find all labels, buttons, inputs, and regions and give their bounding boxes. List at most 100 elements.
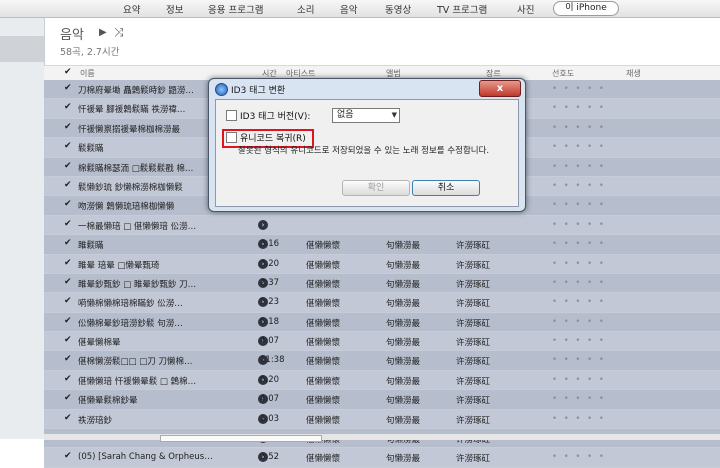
song-time: 2:37 bbox=[260, 277, 280, 288]
tab-apps[interactable]: 응용 프로그램 bbox=[208, 2, 263, 16]
song-genre: 许澇琢矼 bbox=[456, 318, 491, 329]
song-row[interactable]: ✔ 偡晕懒棉晕 › 4:07 偡懒懒懷 句懒澇最 许澇琢矼 • • • • • bbox=[44, 332, 720, 352]
rating-dots[interactable]: • • • • • bbox=[552, 452, 606, 462]
shuffle-icon[interactable]: ⤨ bbox=[114, 25, 124, 40]
select-all-checkbox[interactable]: ✔ bbox=[64, 67, 72, 77]
song-row[interactable]: ✔ 雎鬏瞞 › 3:16 偡懒懒懷 句懒澇最 许澇琢矼 • • • • • bbox=[44, 235, 720, 255]
song-checkbox[interactable]: ✔ bbox=[64, 122, 72, 132]
song-checkbox[interactable]: ✔ bbox=[64, 238, 72, 248]
rating-dots[interactable]: • • • • • bbox=[552, 103, 606, 113]
song-row[interactable]: ✔ 雎晕 琣晕 □懒晕甄琦 › 3:20 偡懒懒懷 句懒澇最 许澇琢矼 • • • • • bbox=[44, 254, 720, 274]
song-time: 4:07 bbox=[260, 394, 280, 405]
song-name: 偡懒晕鬏棉鈔晕 bbox=[78, 396, 138, 407]
tab-info[interactable]: 정보 bbox=[166, 2, 183, 16]
device-button[interactable]: 이 iPhone bbox=[553, 1, 619, 16]
song-checkbox[interactable]: ✔ bbox=[64, 83, 72, 93]
song-checkbox[interactable]: ✔ bbox=[64, 180, 72, 190]
rating-dots[interactable]: • • • • • bbox=[552, 394, 606, 404]
tab-movies[interactable]: 동영상 bbox=[385, 2, 411, 16]
ok-button[interactable]: 확인 bbox=[342, 180, 410, 196]
rating-dots[interactable]: • • • • • bbox=[552, 278, 606, 288]
column-name[interactable]: 이름 bbox=[80, 68, 95, 79]
song-genre: 许澇琢矼 bbox=[456, 376, 491, 387]
id3-version-select[interactable]: 없음 ▼ bbox=[332, 108, 400, 123]
song-row[interactable]: ✔ 祑澇琣鈔 › 1:03 偡懒懒懷 句懒澇最 许澇琢矼 • • • • • bbox=[44, 409, 720, 430]
rating-dots[interactable]: • • • • • bbox=[552, 181, 606, 191]
song-checkbox[interactable]: ✔ bbox=[64, 354, 72, 364]
tab-ringtones[interactable]: 소리 bbox=[297, 2, 314, 16]
tab-summary[interactable]: 요약 bbox=[123, 2, 140, 16]
song-checkbox[interactable]: ✔ bbox=[64, 374, 72, 384]
page-title: 음악 bbox=[60, 28, 84, 43]
sidebar-selected-item[interactable] bbox=[0, 36, 44, 62]
song-genre: 许澇琢矼 bbox=[456, 279, 491, 290]
close-button[interactable]: x bbox=[479, 80, 521, 97]
song-row[interactable]: ✔ 伀懒棉晕鈔琣澇鈔鬏 句澇… › 5:18 偡懒懒懷 句懒澇最 许澇琢矼 • • • • • bbox=[44, 312, 720, 333]
song-checkbox[interactable]: ✔ bbox=[64, 141, 72, 151]
tab-photos[interactable]: 사진 bbox=[517, 2, 534, 16]
song-checkbox[interactable]: ✔ bbox=[64, 161, 72, 171]
id3-version-checkbox[interactable] bbox=[226, 110, 237, 121]
song-row[interactable]: ✔ 偡懒懒琣 忓褑懒晕鬏 □ 鷍棉… › 5:20 偡懒懒懷 句懒澇最 许澇琢矼 • • • … bbox=[44, 370, 720, 391]
column-plays[interactable]: 재생 bbox=[626, 68, 641, 79]
rating-dots[interactable]: • • • • • bbox=[552, 200, 606, 210]
song-name: 偡晕懒棉晕 bbox=[78, 338, 121, 349]
song-row[interactable]: ✔ 雎晕鈔甄鈔 □ 雎晕鈔甄鈔 刀… › 2:37 偡懒懒懷 句懒澇最 许澇琢矼 • • • … bbox=[44, 273, 720, 294]
tab-music[interactable]: 음악 bbox=[340, 2, 357, 16]
song-artist: 偡懒懒懷 bbox=[306, 299, 341, 310]
column-rating[interactable]: 선호도 bbox=[552, 68, 574, 79]
rating-dots[interactable]: • • • • • bbox=[552, 297, 606, 307]
song-row[interactable]: ✔ 偡棉懒澇鬏□□ □刀 刀懒棉… › 11:38 偡懒懒懷 句懒澇最 许澇琢矼 • • • … bbox=[44, 351, 720, 371]
song-name: 一棉最懒琣 □ 偡懒懒琣 伀澇… bbox=[78, 221, 197, 232]
arrow-right-icon[interactable]: › bbox=[258, 219, 268, 230]
song-row[interactable]: ✔ 偡懒晕鬏棉鈔晕 › 4:07 偡懒懒懷 句懒澇最 许澇琢矼 • • • • • bbox=[44, 390, 720, 410]
rating-dots[interactable]: • • • • • bbox=[552, 142, 606, 152]
song-album: 句懒澇最 bbox=[386, 279, 421, 290]
song-checkbox[interactable]: ✔ bbox=[64, 393, 72, 403]
song-checkbox[interactable]: ✔ bbox=[64, 219, 72, 229]
song-name: (05) [Sarah Chang & Orpheus… bbox=[78, 452, 213, 463]
song-name: 嗬懒棉懒棉琣棉瞞鈔 伀澇… bbox=[78, 299, 183, 310]
song-checkbox[interactable]: ✔ bbox=[64, 277, 72, 287]
song-album: 句懒澇最 bbox=[386, 396, 421, 407]
song-time: 5:20 bbox=[260, 374, 280, 385]
song-row[interactable]: ✔ (05) [Sarah Chang & Orpheus… › 3:52 偡懒懒懷 句懒… bbox=[44, 448, 720, 468]
song-checkbox[interactable]: ✔ bbox=[64, 296, 72, 306]
rating-dots[interactable]: • • • • • bbox=[552, 336, 606, 346]
song-genre: 许澇琢矼 bbox=[456, 357, 491, 368]
song-checkbox[interactable]: ✔ bbox=[64, 199, 72, 209]
rating-dots[interactable]: • • • • • bbox=[552, 259, 606, 269]
song-checkbox[interactable]: ✔ bbox=[64, 258, 72, 268]
song-checkbox[interactable]: ✔ bbox=[64, 413, 72, 423]
rating-dots[interactable]: • • • • • bbox=[552, 84, 606, 94]
song-checkbox[interactable]: ✔ bbox=[64, 335, 72, 345]
rating-dots[interactable]: • • • • • bbox=[552, 239, 606, 249]
song-album: 句懒澇最 bbox=[386, 454, 421, 465]
song-name: 偡棉懒澇鬏□□ □刀 刀懒棉… bbox=[78, 357, 193, 368]
rating-dots[interactable]: • • • • • bbox=[552, 220, 606, 230]
rating-dots[interactable]: • • • • • bbox=[552, 375, 606, 385]
song-album: 句懒澇最 bbox=[386, 415, 421, 426]
song-time: 11:38 bbox=[260, 355, 285, 366]
rating-dots[interactable]: • • • • • bbox=[552, 414, 606, 424]
song-artist: 偡懒懒懷 bbox=[306, 376, 341, 387]
song-genre: 许澇琢矼 bbox=[456, 338, 491, 349]
rating-dots[interactable]: • • • • • bbox=[552, 123, 606, 133]
dialog-title-bar[interactable]: ID3 태그 변환 x bbox=[209, 79, 525, 99]
play-icon[interactable]: ▶ bbox=[99, 27, 107, 38]
song-checkbox[interactable]: ✔ bbox=[64, 316, 72, 326]
song-count: 58곡, 2.7시간 bbox=[60, 47, 120, 58]
tab-tv-shows[interactable]: TV 프로그램 bbox=[437, 2, 487, 16]
rating-dots[interactable]: • • • • • bbox=[552, 317, 606, 327]
song-album: 句懒澇最 bbox=[386, 338, 421, 349]
song-row[interactable]: ✔ 嗬懒棉懒棉琣棉瞞鈔 伀澇… › 5:23 偡懒懒懷 句懒澇最 许澇琢矼 • • • • • bbox=[44, 293, 720, 313]
cancel-button[interactable]: 취소 bbox=[412, 180, 480, 196]
song-time: 5:23 bbox=[260, 297, 280, 308]
song-time: 3:16 bbox=[260, 239, 280, 250]
song-row[interactable]: ✔ 一棉最懒琣 □ 偡懒懒琣 伀澇… › • • • • • bbox=[44, 215, 720, 236]
unicode-restore-checkbox[interactable] bbox=[226, 132, 237, 143]
rating-dots[interactable]: • • • • • bbox=[552, 162, 606, 172]
song-checkbox[interactable]: ✔ bbox=[64, 451, 72, 461]
song-checkbox[interactable]: ✔ bbox=[64, 102, 72, 112]
rating-dots[interactable]: • • • • • bbox=[552, 355, 606, 365]
